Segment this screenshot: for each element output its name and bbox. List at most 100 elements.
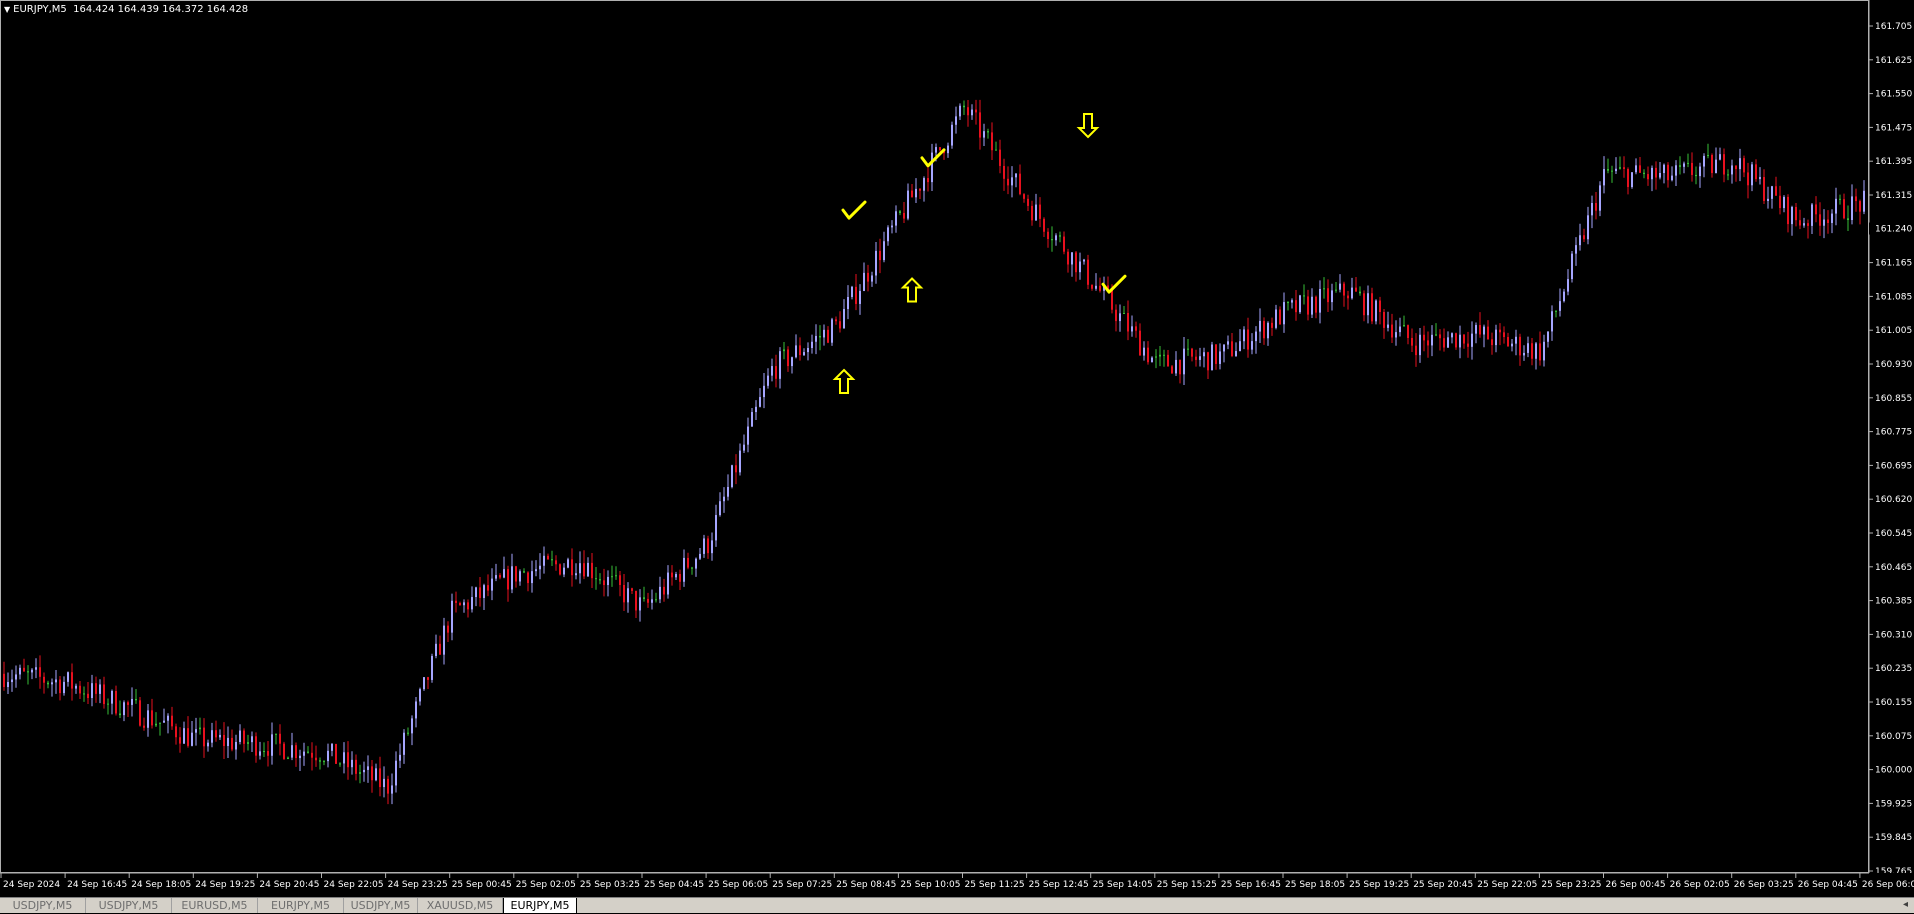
chart-tab[interactable]: EURJPY,M5 (503, 898, 577, 914)
candle (1131, 315, 1133, 337)
candle (1195, 349, 1197, 367)
candle (1607, 158, 1609, 174)
candle (1643, 169, 1645, 179)
candle (907, 183, 909, 221)
candle (1651, 165, 1653, 192)
candle (1271, 317, 1273, 336)
candle (939, 147, 941, 152)
candle (423, 677, 425, 691)
price-label: 161.705 (1875, 22, 1912, 32)
time-label: 25 Sep 11:25 (965, 880, 1025, 890)
candle (1047, 228, 1049, 248)
chart-tabs-bar: USDJPY,M5 USDJPY,M5 EURUSD,M5 EURJPY,M5 USDJ… (0, 897, 1914, 914)
chart-tab[interactable]: EURJPY,M5 (258, 898, 344, 913)
candle (1803, 217, 1805, 228)
candle (1223, 344, 1225, 363)
candle (599, 573, 601, 585)
candle (11, 669, 13, 692)
time-label: 25 Sep 10:05 (900, 880, 960, 890)
candle (83, 686, 85, 702)
candle (1275, 304, 1277, 330)
tab-scroll-left-icon[interactable]: ◂ (1903, 899, 1908, 910)
price-label: 160.930 (1875, 360, 1912, 370)
candle (1379, 296, 1381, 325)
candle (1595, 192, 1597, 220)
candle (71, 663, 73, 701)
candle (555, 555, 557, 571)
candle (799, 337, 801, 361)
candle (31, 668, 33, 680)
candle (1175, 351, 1177, 377)
candle (203, 718, 205, 758)
candle (863, 262, 865, 292)
candle (1359, 286, 1361, 296)
chart-tab[interactable]: EURUSD,M5 (172, 898, 258, 913)
price-label: 161.005 (1875, 326, 1912, 336)
collapse-triangle-icon[interactable]: ▼ (4, 5, 10, 14)
candle (1167, 349, 1169, 367)
candle (1239, 329, 1241, 352)
candle (1823, 209, 1825, 239)
symbol-header: ▼ EURJPY,M5 164.424 164.439 164.372 164.4… (4, 4, 248, 15)
price-label: 160.775 (1875, 428, 1912, 438)
candle (1135, 321, 1137, 338)
candle (271, 722, 273, 765)
candle (79, 681, 81, 699)
candle (1247, 317, 1249, 358)
candle (311, 742, 313, 771)
candle (575, 563, 577, 580)
candle (223, 722, 225, 760)
candle (19, 664, 21, 680)
candle (1483, 324, 1485, 348)
candle (511, 553, 513, 594)
candle (299, 749, 301, 772)
candle (275, 733, 277, 745)
candle (1319, 280, 1321, 324)
candle (503, 556, 505, 579)
chart-tab[interactable]: XAUUSD,M5 (418, 898, 503, 913)
candle (711, 532, 713, 561)
candle (707, 535, 709, 559)
candle (1503, 326, 1505, 344)
candle (715, 504, 717, 547)
candle (1811, 202, 1813, 234)
candle (1095, 273, 1097, 291)
chart-tab[interactable]: USDJPY,M5 (0, 898, 86, 913)
time-label: 24 Sep 22:05 (324, 880, 384, 890)
candle (1527, 336, 1529, 358)
candle (543, 546, 545, 574)
candle (1295, 290, 1297, 321)
candle (1603, 156, 1605, 194)
candle (647, 592, 649, 608)
candle (255, 732, 257, 763)
chart-area[interactable]: ▼ EURJPY,M5 164.424 164.439 164.372 164.4… (0, 0, 1869, 873)
candle (451, 593, 453, 641)
candle (1539, 331, 1541, 366)
price-label: 160.155 (1875, 698, 1912, 708)
candle (1459, 325, 1461, 359)
candle (887, 225, 889, 246)
candle (1187, 339, 1189, 356)
candle (1115, 304, 1117, 332)
candle (411, 715, 413, 746)
candle (139, 697, 141, 727)
time-label: 24 Sep 16:45 (67, 880, 127, 890)
candle (1431, 325, 1433, 357)
candle (663, 578, 665, 602)
chart-tab[interactable]: USDJPY,M5 (344, 898, 418, 913)
candle (699, 547, 701, 561)
candle (1591, 195, 1593, 229)
time-scale[interactable]: 24 Sep 2024 24 Sep 16:45 24 Sep 18:05 24 Se… (0, 873, 1914, 897)
candle (995, 141, 997, 151)
candle (1711, 153, 1713, 178)
candle (1299, 294, 1301, 314)
candle (1675, 160, 1677, 187)
time-label: 25 Sep 12:45 (1029, 880, 1089, 890)
candle (923, 176, 925, 202)
chart-tab[interactable]: USDJPY,M5 (86, 898, 172, 913)
candle (115, 685, 117, 716)
candle (1419, 328, 1421, 363)
price-scale[interactable]: 161.705 161.625 161.550 161.475 161.395 161.3… (1869, 0, 1914, 873)
candle (875, 242, 877, 284)
time-label: 24 Sep 2024 (3, 880, 60, 890)
